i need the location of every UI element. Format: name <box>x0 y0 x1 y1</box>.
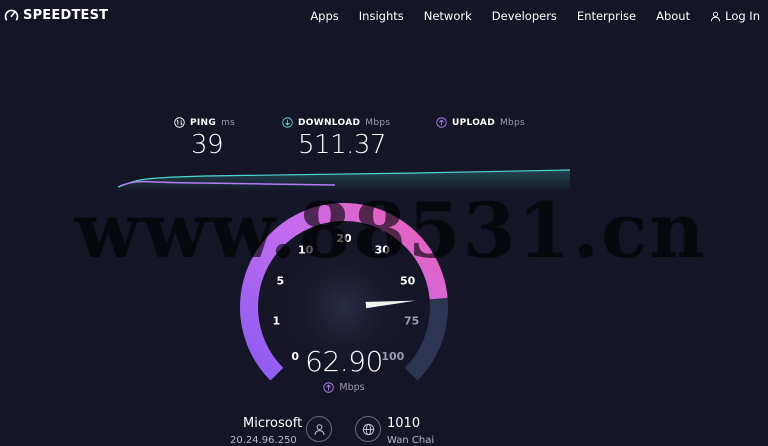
globe-icon <box>362 423 374 435</box>
isp-name: Microsoft <box>243 416 303 431</box>
isp-ip-address: 20.24.96.250 <box>230 435 297 446</box>
gauge-tick-75: 75 <box>404 315 419 328</box>
user-icon <box>711 11 721 21</box>
download-unit: Mbps <box>365 117 391 128</box>
speedtest-logo[interactable]: SPEEDTEST <box>4 8 108 23</box>
nav-developers[interactable]: Developers <box>492 9 557 23</box>
ping-icon <box>174 117 185 128</box>
gauge-tick-30: 30 <box>375 244 391 257</box>
upload-label-row: UPLOAD Mbps <box>436 117 525 128</box>
download-value: 511.37 <box>298 130 386 160</box>
ping-value: 39 <box>191 130 224 160</box>
ping-result: PING ms 39 <box>174 117 235 159</box>
user-circle-icon <box>306 416 332 442</box>
brand-name: SPEEDTEST <box>23 8 109 23</box>
gauge-tick-50: 50 <box>400 275 416 288</box>
nav-network[interactable]: Network <box>424 9 472 23</box>
upload-label: UPLOAD <box>452 117 495 128</box>
gauge-tick-1: 1 <box>272 315 280 328</box>
ping-label-row: PING ms <box>174 117 235 128</box>
current-speed-unit-row: Mbps <box>289 382 399 393</box>
top-navigation-bar: SPEEDTEST Apps Insights Network Develope… <box>0 0 768 32</box>
upload-result: UPLOAD Mbps <box>436 117 525 131</box>
nav-insights[interactable]: Insights <box>359 9 404 23</box>
ping-label: PING <box>190 117 217 128</box>
upload-arrow-icon <box>436 117 447 128</box>
login-link[interactable]: Log In <box>710 9 760 23</box>
download-result: DOWNLOAD Mbps 511.37 <box>282 117 390 159</box>
speedometer-logo-icon <box>4 9 19 21</box>
download-arrow-icon <box>282 117 293 128</box>
nav-about[interactable]: About <box>656 9 690 23</box>
gauge-tick-20: 20 <box>336 232 352 245</box>
gauge-tick-10: 10 <box>298 244 314 257</box>
main-nav: Apps Insights Network Developers Enterpr… <box>310 9 760 23</box>
login-label: Log In <box>725 9 760 23</box>
nav-enterprise[interactable]: Enterprise <box>577 9 636 23</box>
gauge-tick-5: 5 <box>276 275 284 288</box>
throughput-graph <box>117 169 571 192</box>
current-speed-value: 62.90 <box>305 345 383 378</box>
download-label: DOWNLOAD <box>298 117 361 128</box>
upload-arrow-icon <box>323 382 335 393</box>
nav-apps[interactable]: Apps <box>310 9 338 23</box>
person-icon <box>313 423 325 435</box>
upload-unit: Mbps <box>499 117 526 128</box>
server-host-name[interactable]: 1010 <box>387 416 420 431</box>
download-graph-area <box>118 170 570 192</box>
current-speed-unit: Mbps <box>339 382 365 393</box>
server-globe-button[interactable] <box>355 416 381 442</box>
download-label-row: DOWNLOAD Mbps <box>282 117 390 128</box>
ping-unit: ms <box>221 117 236 128</box>
server-location: Wan Chai <box>387 435 435 446</box>
